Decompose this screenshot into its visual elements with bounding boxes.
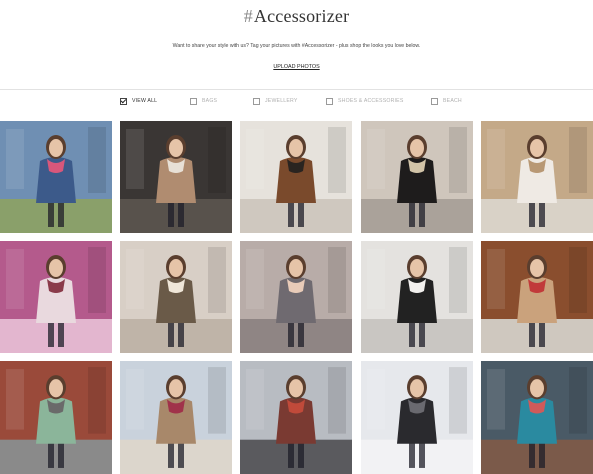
photo-woman-white-door-black-image bbox=[361, 241, 473, 353]
photo-woman-brown-coat-pillars[interactable] bbox=[240, 121, 352, 233]
filter-view-all-label: VIEW ALL bbox=[132, 98, 158, 104]
photo-woman-checked-coat-house-image bbox=[120, 361, 232, 474]
filter-jewellery-checkbox[interactable] bbox=[253, 97, 260, 105]
upload-photos-wrapper: UPLOAD PHOTOS bbox=[0, 64, 593, 70]
photo-woman-bobble-hat-carousel[interactable] bbox=[0, 241, 112, 353]
photo-woman-cream-beanie-leopard[interactable] bbox=[120, 241, 232, 353]
photo-woman-beige-trousers-tiles[interactable] bbox=[481, 121, 593, 233]
photo-woman-black-top-bag-image bbox=[361, 121, 473, 233]
photo-woman-camel-coat-street-image bbox=[120, 121, 232, 233]
page-header: #Accessorizer Want to share your style w… bbox=[0, 0, 593, 90]
filter-bags[interactable]: BAGS bbox=[190, 96, 217, 106]
photo-woman-beige-trousers-tiles-image bbox=[481, 121, 593, 233]
filter-jewellery[interactable]: JEWELLERY bbox=[253, 96, 298, 106]
photo-woman-wooden-door-camel-image bbox=[481, 241, 593, 353]
filter-bags-label: BAGS bbox=[202, 98, 218, 104]
filter-jewellery-label: JEWELLERY bbox=[265, 98, 298, 104]
upload-photos-link[interactable]: UPLOAD PHOTOS bbox=[273, 64, 319, 70]
photo-grid bbox=[0, 121, 593, 474]
header-divider bbox=[0, 89, 593, 90]
photo-woman-pink-coat-lake-image bbox=[0, 121, 112, 233]
photo-woman-cream-beanie-leopard-image bbox=[120, 241, 232, 353]
filter-bags-checkbox[interactable] bbox=[190, 97, 197, 105]
photo-woman-checked-coat-house[interactable] bbox=[120, 361, 232, 474]
photo-woman-camel-coat-street[interactable] bbox=[120, 121, 232, 233]
photo-woman-tartan-scarf-river[interactable] bbox=[240, 361, 352, 474]
photo-woman-grey-cap-snow-image bbox=[361, 361, 473, 474]
page-tagline: Want to share your style with us? Tag yo… bbox=[172, 43, 421, 49]
photo-woman-green-jumper-brick[interactable] bbox=[0, 361, 112, 474]
photo-woman-grey-cap-snow[interactable] bbox=[361, 361, 473, 474]
photo-woman-green-jumper-brick-image bbox=[0, 361, 112, 474]
filter-view-all[interactable]: VIEW ALL bbox=[120, 96, 157, 106]
photo-woman-green-dress-flowers-image bbox=[481, 361, 593, 474]
filter-beach-checkbox[interactable] bbox=[431, 97, 438, 105]
brand-name: Accessorizer bbox=[253, 6, 350, 26]
photo-woman-offshoulder-top[interactable] bbox=[240, 241, 352, 353]
photo-woman-white-door-black[interactable] bbox=[361, 241, 473, 353]
filter-beach-label: BEACH bbox=[443, 98, 462, 104]
filter-beach[interactable]: BEACH bbox=[431, 96, 462, 106]
photo-woman-brown-coat-pillars-image bbox=[240, 121, 352, 233]
filter-shoes-accessories-label: SHOES & ACCESSORIES bbox=[338, 98, 404, 104]
photo-woman-bobble-hat-carousel-image bbox=[0, 241, 112, 353]
filter-shoes-accessories-checkbox[interactable] bbox=[326, 97, 333, 105]
photo-woman-offshoulder-top-image bbox=[240, 241, 352, 353]
brand-hash: # bbox=[243, 6, 253, 26]
photo-woman-pink-coat-lake[interactable] bbox=[0, 121, 112, 233]
photo-woman-green-dress-flowers[interactable] bbox=[481, 361, 593, 474]
photo-woman-tartan-scarf-river-image bbox=[240, 361, 352, 474]
brand-logo[interactable]: #Accessorizer bbox=[0, 6, 593, 27]
photo-woman-black-top-bag[interactable] bbox=[361, 121, 473, 233]
filter-shoes-accessories[interactable]: SHOES & ACCESSORIES bbox=[326, 96, 404, 106]
filter-bar: VIEW ALL BAGS JEWELLERY SHOES & ACCESSOR… bbox=[0, 96, 593, 106]
filter-view-all-checkbox[interactable] bbox=[120, 97, 127, 105]
photo-woman-wooden-door-camel[interactable] bbox=[481, 241, 593, 353]
